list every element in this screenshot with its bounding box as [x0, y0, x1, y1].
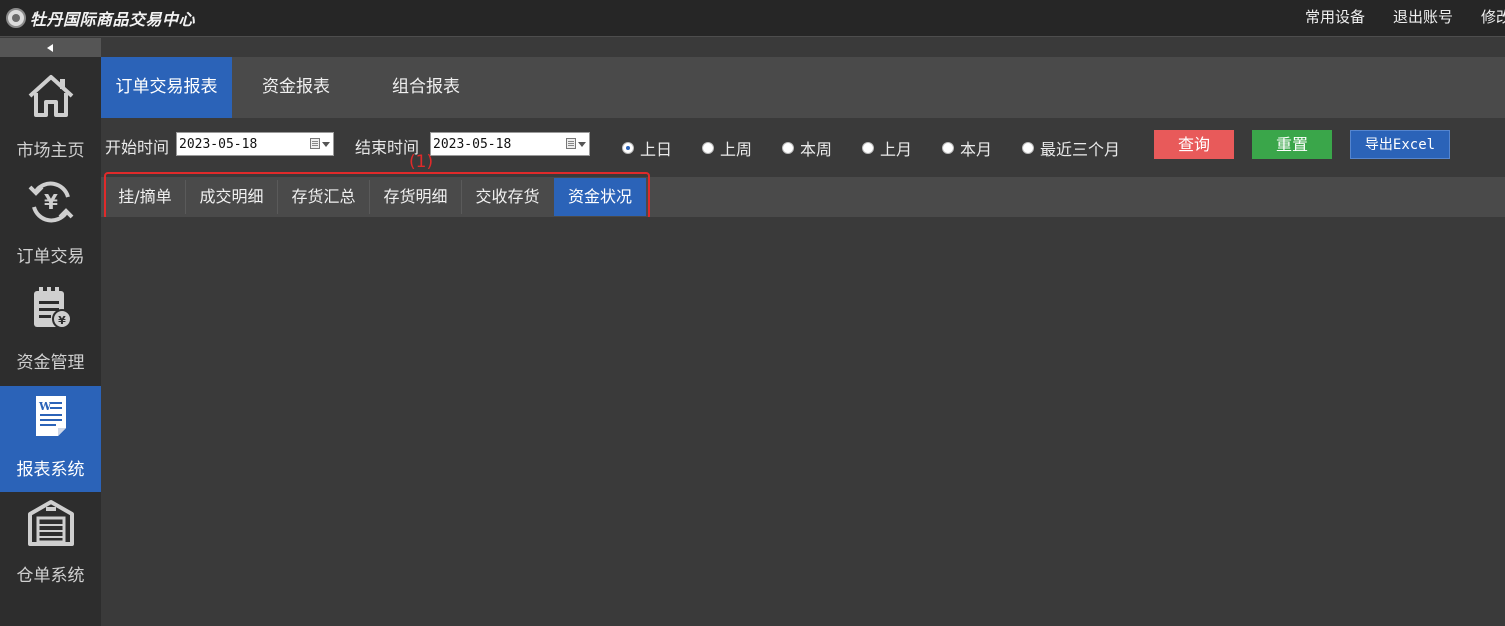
- start-time-label: 开始时间: [105, 138, 170, 157]
- period-radio-this-month[interactable]: 本月: [942, 136, 992, 160]
- period-radio-label: 上月: [880, 140, 913, 159]
- chevron-down-icon: [578, 142, 586, 147]
- sidebar-item-label: 仓单系统: [16, 566, 85, 586]
- sidebar-collapse-button[interactable]: [0, 38, 101, 57]
- start-date-input[interactable]: [177, 133, 307, 155]
- radio-dot-icon: [862, 142, 874, 154]
- sidebar-item-fund-management[interactable]: ¥ 资金管理: [0, 269, 101, 375]
- main-tabs: 订单交易报表 资金报表 组合报表: [101, 57, 1505, 118]
- period-radio-label: 本周: [800, 140, 833, 159]
- modify-link[interactable]: 修改: [1481, 6, 1505, 27]
- period-radio-label: 上日: [640, 140, 673, 159]
- svg-text:¥: ¥: [58, 314, 66, 327]
- radio-dot-icon: [1022, 142, 1034, 154]
- sidebar: 市场主页 ¥ 订单交易 ¥ 资金管理 W 报表系统 仓单系统: [0, 57, 101, 626]
- fund-document-icon: ¥: [34, 287, 72, 329]
- calendar-icon: [566, 138, 576, 149]
- tab-order-trading-report[interactable]: 订单交易报表: [101, 57, 232, 118]
- end-date-picker-button[interactable]: [563, 136, 587, 152]
- svg-text:W: W: [38, 400, 52, 413]
- end-date-field[interactable]: [430, 132, 590, 156]
- yen-exchange-icon: ¥: [28, 181, 74, 223]
- period-radio-last-month[interactable]: 上月: [862, 136, 912, 160]
- start-date-field[interactable]: [176, 132, 334, 156]
- app-logo: 牡丹国际商品交易中心: [6, 7, 195, 29]
- calendar-icon: [310, 138, 320, 149]
- tab-combined-report[interactable]: 组合报表: [371, 57, 481, 118]
- sidebar-item-order-trading[interactable]: ¥ 订单交易: [0, 163, 101, 269]
- annotation-highlight-box: [104, 172, 650, 220]
- radio-dot-icon: [702, 142, 714, 154]
- app-title: 牡丹国际商品交易中心: [30, 10, 196, 29]
- tab-fund-report[interactable]: 资金报表: [241, 57, 351, 118]
- period-radio-label: 上周: [720, 140, 753, 159]
- logout-link[interactable]: 退出账号: [1393, 6, 1453, 27]
- report-document-icon: W: [36, 396, 66, 436]
- period-radio-last-week[interactable]: 上周: [702, 136, 752, 160]
- period-radio-last-three-months[interactable]: 最近三个月: [1022, 136, 1120, 160]
- period-radio-this-week[interactable]: 本周: [782, 136, 832, 160]
- sidebar-item-label: 报表系统: [16, 460, 85, 480]
- chevron-down-icon: [322, 142, 330, 147]
- period-radio-label: 本月: [960, 140, 993, 159]
- collapse-arrow-icon: [47, 44, 53, 52]
- sidebar-item-warehouse-system[interactable]: 仓单系统: [0, 492, 101, 598]
- reset-button[interactable]: 重置: [1252, 130, 1332, 159]
- logo-emblem-icon: [6, 8, 26, 28]
- sidebar-item-market-home[interactable]: 市场主页: [0, 57, 101, 163]
- annotation-label: (1): [409, 152, 434, 172]
- radio-dot-icon: [622, 142, 634, 154]
- sidebar-item-label: 资金管理: [16, 353, 85, 373]
- top-bar: 牡丹国际商品交易中心 常用设备 退出账号 修改: [0, 0, 1505, 37]
- common-devices-link[interactable]: 常用设备: [1305, 6, 1365, 27]
- header-spacer: [101, 38, 1505, 57]
- end-date-input[interactable]: [431, 133, 561, 155]
- period-radio-last-day[interactable]: 上日: [622, 136, 672, 160]
- sidebar-item-label: 订单交易: [16, 247, 85, 267]
- sidebar-item-report-system[interactable]: W 报表系统: [0, 386, 101, 492]
- radio-dot-icon: [942, 142, 954, 154]
- svg-text:¥: ¥: [44, 190, 58, 214]
- start-date-picker-button[interactable]: [307, 136, 331, 152]
- radio-dot-icon: [782, 142, 794, 154]
- export-excel-button[interactable]: 导出Excel: [1350, 130, 1450, 159]
- report-content-area: [101, 217, 1505, 626]
- sidebar-item-label: 市场主页: [16, 141, 85, 161]
- warehouse-icon: [28, 500, 74, 546]
- home-icon: [28, 75, 74, 117]
- query-button[interactable]: 查询: [1154, 130, 1234, 159]
- period-radio-label: 最近三个月: [1040, 140, 1121, 159]
